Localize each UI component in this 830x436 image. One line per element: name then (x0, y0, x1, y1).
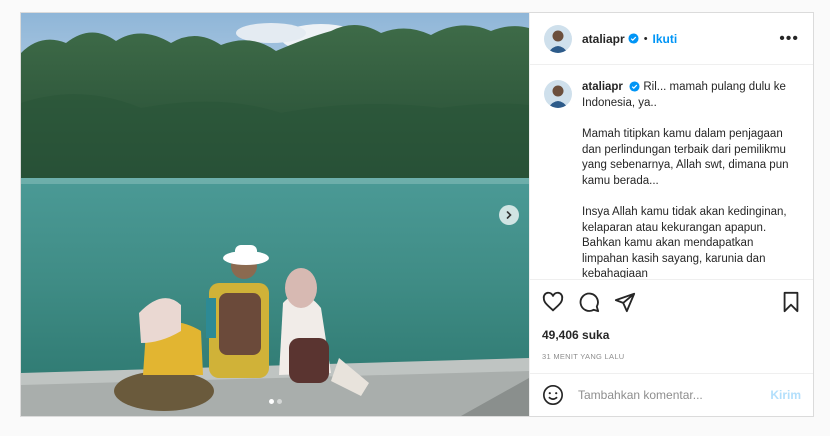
caption-paragraph: Mamah titipkan kamu dalam penjagaan dan … (582, 128, 789, 187)
save-button[interactable] (781, 291, 801, 313)
post-side-panel: ataliapr • Ikuti ••• ataliapr Ril... mam… (529, 13, 813, 416)
post-actions: 49,406 suka 31 MENIT YANG LALU (530, 279, 813, 361)
caption-paragraph: Insya Allah kamu tidak akan kedinginan, … (582, 206, 787, 278)
more-options-button[interactable]: ••• (779, 30, 799, 48)
instagram-post: ataliapr • Ikuti ••• ataliapr Ril... mam… (20, 12, 814, 417)
verified-badge-icon (629, 81, 640, 92)
chevron-right-icon (506, 211, 512, 219)
caption-area: ataliapr Ril... mamah pulang dulu ke Ind… (530, 66, 813, 278)
caption-username[interactable]: ataliapr (582, 81, 623, 93)
post-comment-button[interactable]: Kirim (770, 388, 801, 402)
like-count[interactable]: 49,406 suka (542, 328, 801, 342)
share-icon (614, 292, 636, 313)
follow-button[interactable]: Ikuti (653, 32, 678, 46)
username[interactable]: ataliapr (582, 32, 625, 46)
avatar[interactable] (544, 24, 572, 53)
post-timestamp[interactable]: 31 MENIT YANG LALU (542, 352, 801, 361)
photo-scene (21, 13, 529, 416)
carousel-indicator (21, 399, 529, 404)
comment-input[interactable] (576, 387, 750, 403)
bookmark-icon (783, 291, 799, 313)
comment-icon (579, 292, 600, 313)
separator: • (643, 32, 648, 45)
carousel-dot (276, 399, 282, 404)
emoji-icon (543, 385, 563, 405)
post-photo[interactable] (21, 13, 529, 416)
next-image-button[interactable] (499, 205, 519, 225)
like-button[interactable] (542, 291, 564, 313)
heart-icon (542, 291, 564, 312)
carousel-dot-active (268, 399, 274, 404)
emoji-button[interactable] (542, 384, 564, 406)
verified-badge-icon (628, 33, 639, 44)
share-button[interactable] (614, 291, 636, 313)
post-header: ataliapr • Ikuti ••• (530, 13, 813, 65)
comment-button[interactable] (578, 291, 600, 313)
caption-text: ataliapr Ril... mamah pulang dulu ke Ind… (582, 80, 792, 278)
caption-avatar[interactable] (544, 80, 572, 108)
comment-bar: Kirim (530, 373, 813, 416)
